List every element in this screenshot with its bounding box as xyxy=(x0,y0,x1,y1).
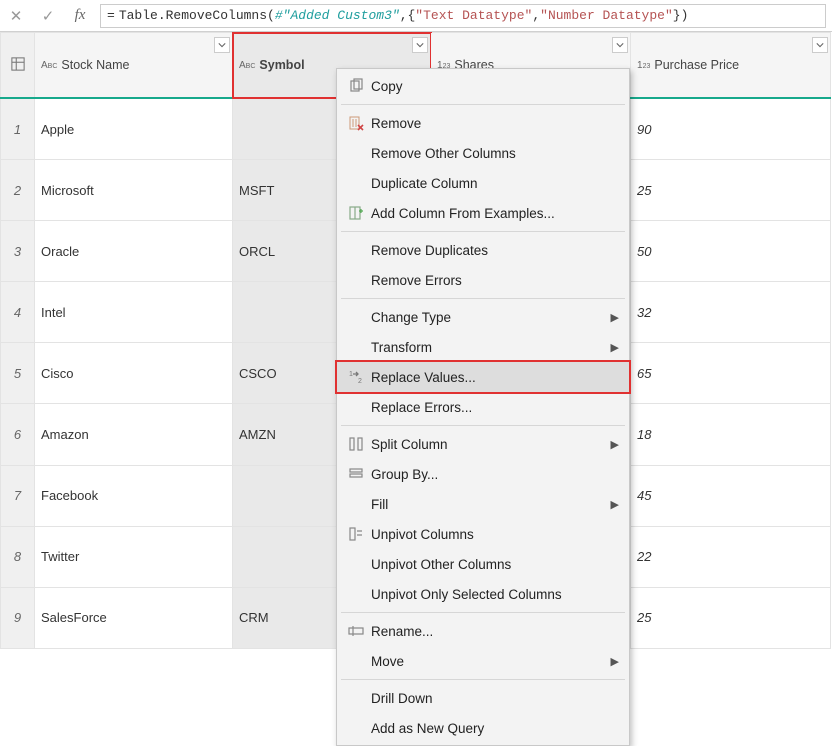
cell-purchase-price[interactable]: 22 xyxy=(631,526,831,587)
svg-text:1: 1 xyxy=(349,371,353,378)
row-number[interactable]: 5 xyxy=(1,343,35,404)
cell-purchase-price[interactable]: 45 xyxy=(631,465,831,526)
rename-icon xyxy=(341,623,371,639)
menu-unpivot-other-columns[interactable]: Unpivot Other Columns xyxy=(337,549,629,579)
submenu-arrow-icon: ▶ xyxy=(611,655,619,668)
svg-text:2: 2 xyxy=(358,378,362,385)
row-number[interactable]: 8 xyxy=(1,526,35,587)
cell-purchase-price[interactable]: 32 xyxy=(631,282,831,343)
menu-move[interactable]: Move ▶ xyxy=(337,646,629,676)
table-icon xyxy=(11,57,25,71)
select-all-corner[interactable] xyxy=(1,33,35,99)
text-type-icon: ABC xyxy=(41,60,57,71)
add-column-icon xyxy=(341,205,371,221)
cell-stock-name[interactable]: Twitter xyxy=(35,526,233,587)
column-label: Stock Name xyxy=(61,58,129,72)
cell-purchase-price[interactable]: 18 xyxy=(631,404,831,465)
menu-remove-duplicates[interactable]: Remove Duplicates xyxy=(337,235,629,265)
cell-stock-name[interactable]: Amazon xyxy=(35,404,233,465)
row-number[interactable]: 2 xyxy=(1,159,35,220)
formula-input[interactable]: = Table.RemoveColumns(#"Added Custom3",{… xyxy=(100,4,826,28)
menu-replace-errors[interactable]: Replace Errors... xyxy=(337,392,629,422)
column-header-purchase-price[interactable]: 123 Purchase Price xyxy=(631,33,831,99)
column-context-menu: Copy Remove Remove Other Columns Duplica… xyxy=(336,68,630,746)
cell-stock-name[interactable]: Facebook xyxy=(35,465,233,526)
unpivot-icon xyxy=(341,526,371,542)
row-number[interactable]: 6 xyxy=(1,404,35,465)
cell-stock-name[interactable]: Intel xyxy=(35,282,233,343)
cell-stock-name[interactable]: Microsoft xyxy=(35,159,233,220)
row-number[interactable]: 3 xyxy=(1,221,35,282)
menu-fill[interactable]: Fill ▶ xyxy=(337,489,629,519)
menu-duplicate-column[interactable]: Duplicate Column xyxy=(337,168,629,198)
formula-cancel-button[interactable]: ✕ xyxy=(0,0,32,32)
menu-separator xyxy=(341,679,625,680)
row-number[interactable]: 9 xyxy=(1,587,35,648)
column-filter-dropdown[interactable] xyxy=(612,37,628,53)
text-type-icon: ABC xyxy=(239,60,255,71)
column-filter-dropdown[interactable] xyxy=(412,37,428,53)
menu-separator xyxy=(341,231,625,232)
formula-bar: ✕ ✓ fx = Table.RemoveColumns(#"Added Cus… xyxy=(0,0,832,32)
submenu-arrow-icon: ▶ xyxy=(611,498,619,511)
menu-unpivot-selected-columns[interactable]: Unpivot Only Selected Columns xyxy=(337,579,629,609)
split-icon xyxy=(341,436,371,452)
menu-separator xyxy=(341,425,625,426)
menu-separator xyxy=(341,612,625,613)
cell-purchase-price[interactable]: 50 xyxy=(631,221,831,282)
cell-purchase-price[interactable]: 25 xyxy=(631,587,831,648)
menu-remove-other-columns[interactable]: Remove Other Columns xyxy=(337,138,629,168)
menu-add-as-new-query[interactable]: Add as New Query xyxy=(337,713,629,743)
cell-purchase-price[interactable]: 65 xyxy=(631,343,831,404)
row-number[interactable]: 1 xyxy=(1,98,35,159)
group-icon xyxy=(341,466,371,482)
menu-rename[interactable]: Rename... xyxy=(337,616,629,646)
menu-replace-values[interactable]: 12 Replace Values... xyxy=(337,362,629,392)
menu-change-type[interactable]: Change Type ▶ xyxy=(337,302,629,332)
submenu-arrow-icon: ▶ xyxy=(611,438,619,451)
cell-purchase-price[interactable]: 90 xyxy=(631,98,831,159)
menu-split-column[interactable]: Split Column ▶ xyxy=(337,429,629,459)
menu-remove-errors[interactable]: Remove Errors xyxy=(337,265,629,295)
column-header-stock-name[interactable]: ABC Stock Name xyxy=(35,33,233,99)
menu-drill-down[interactable]: Drill Down xyxy=(337,683,629,713)
menu-add-column-from-examples[interactable]: Add Column From Examples... xyxy=(337,198,629,228)
column-filter-dropdown[interactable] xyxy=(812,37,828,53)
column-filter-dropdown[interactable] xyxy=(214,37,230,53)
menu-remove[interactable]: Remove xyxy=(337,108,629,138)
menu-unpivot-columns[interactable]: Unpivot Columns xyxy=(337,519,629,549)
cell-stock-name[interactable]: SalesForce xyxy=(35,587,233,648)
submenu-arrow-icon: ▶ xyxy=(611,311,619,324)
menu-separator xyxy=(341,104,625,105)
menu-separator xyxy=(341,298,625,299)
cell-stock-name[interactable]: Cisco xyxy=(35,343,233,404)
cell-purchase-price[interactable]: 25 xyxy=(631,159,831,220)
column-label: Purchase Price xyxy=(654,58,739,72)
cell-stock-name[interactable]: Apple xyxy=(35,98,233,159)
fx-icon: fx xyxy=(64,0,96,32)
submenu-arrow-icon: ▶ xyxy=(611,341,619,354)
row-number[interactable]: 4 xyxy=(1,282,35,343)
cell-stock-name[interactable]: Oracle xyxy=(35,221,233,282)
remove-icon xyxy=(341,115,371,131)
menu-transform[interactable]: Transform ▶ xyxy=(337,332,629,362)
menu-copy[interactable]: Copy xyxy=(337,71,629,101)
number-type-icon: 123 xyxy=(637,60,650,71)
menu-group-by[interactable]: Group By... xyxy=(337,459,629,489)
row-number[interactable]: 7 xyxy=(1,465,35,526)
formula-accept-button[interactable]: ✓ xyxy=(32,0,64,32)
copy-icon xyxy=(341,78,371,94)
column-label: Symbol xyxy=(259,58,304,72)
replace-icon: 12 xyxy=(341,369,371,385)
